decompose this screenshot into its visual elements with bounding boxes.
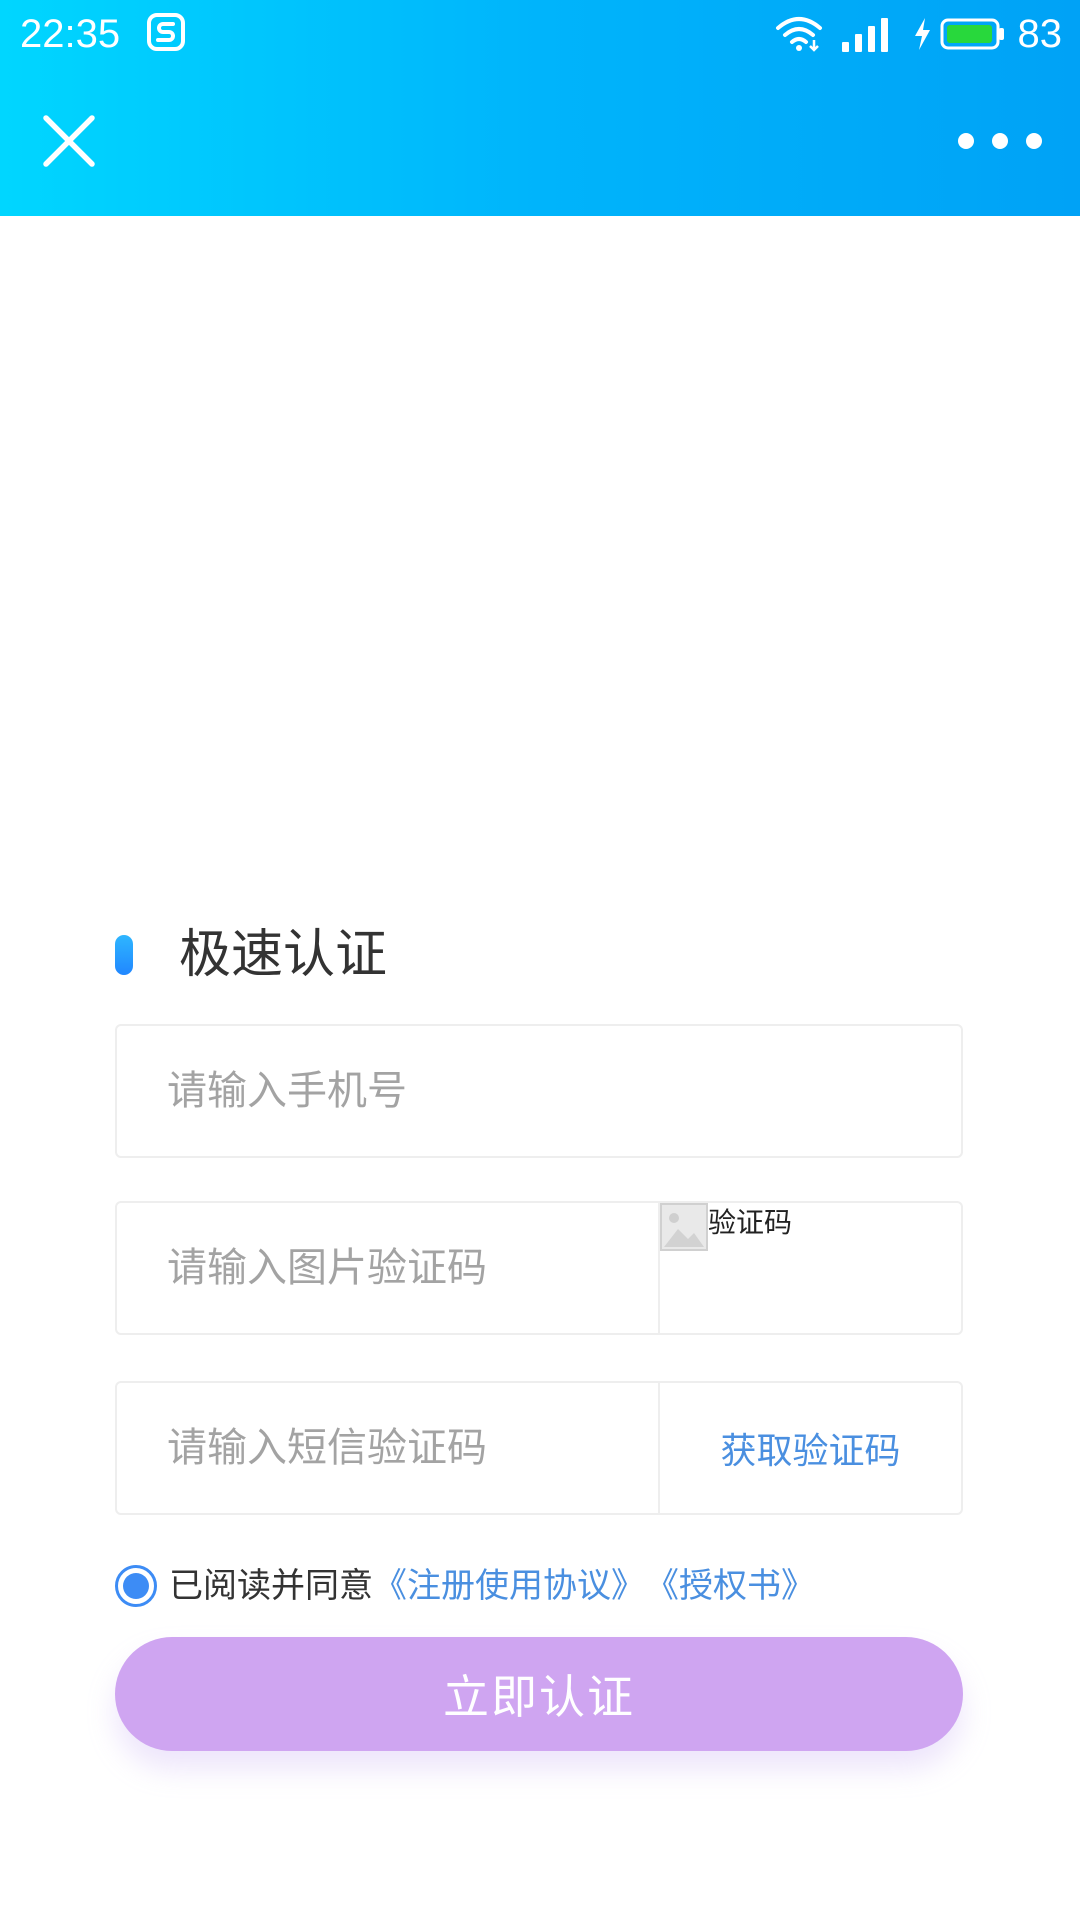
section-header: 极速认证 [115, 925, 387, 985]
battery-percent: 83 [1017, 12, 1063, 56]
sms-field: 获取验证码 [115, 1381, 963, 1515]
signal-icon [841, 18, 888, 52]
captcha-field: 验证码 [115, 1201, 963, 1335]
broken-image-icon [660, 1203, 708, 1251]
captcha-input[interactable] [117, 1203, 657, 1333]
phone-input[interactable] [117, 1026, 961, 1156]
wifi-icon [775, 17, 822, 52]
sms-code-input[interactable] [117, 1383, 657, 1513]
header: 22:35 83 [0, 0, 1080, 216]
battery-icon [940, 18, 1004, 50]
page-title: 极速认证 [179, 925, 388, 985]
status-icons: 83 [774, 8, 1063, 60]
status-time: 22:35 [20, 12, 121, 56]
sogou-s-icon [147, 13, 185, 51]
agreement-link[interactable]: 《注册使用协议》 [373, 1563, 645, 1609]
title-accent-bar [115, 935, 133, 975]
captcha-image[interactable]: 验证码 [660, 1203, 961, 1333]
close-icon[interactable] [40, 112, 98, 170]
captcha-alt-text: 验证码 [708, 1206, 793, 1239]
agreement-row: 已阅读并同意 《注册使用协议》 《授权书》 [115, 1563, 815, 1609]
more-dots-icon[interactable] [950, 128, 1050, 154]
agree-radio[interactable] [115, 1565, 157, 1607]
radio-dot [123, 1573, 149, 1599]
authorization-link[interactable]: 《授权书》 [645, 1563, 815, 1609]
charging-icon [914, 18, 930, 50]
get-code-button[interactable]: 获取验证码 [660, 1383, 961, 1513]
agree-text: 已阅读并同意 [169, 1566, 373, 1606]
phone-field [115, 1024, 963, 1158]
submit-button[interactable]: 立即认证 [115, 1637, 963, 1751]
